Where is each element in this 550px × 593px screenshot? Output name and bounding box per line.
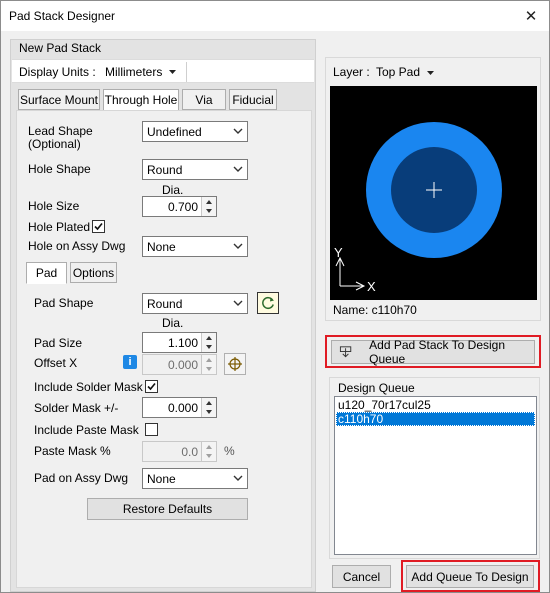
tab-via[interactable]: Via <box>182 89 226 110</box>
dia-column-header: Dia. <box>162 316 184 330</box>
solder-mask-spinner[interactable]: 0.000 <box>142 397 217 418</box>
solder-mask-label: Solder Mask +/- <box>34 401 119 415</box>
pad-size-value: 1.100 <box>167 336 198 350</box>
include-paste-mask-checkbox[interactable] <box>145 423 158 436</box>
chevron-down-icon <box>169 70 176 74</box>
hole-shape-select[interactable]: Round <box>142 159 248 180</box>
layer-value: Top Pad <box>376 65 421 79</box>
add-pad-stack-to-queue-button[interactable]: Add Pad Stack To Design Queue <box>331 338 535 366</box>
layer-dropdown[interactable]: Top Pad <box>376 65 435 79</box>
spinner-arrows <box>201 355 216 374</box>
add-queue-to-design-button[interactable]: Add Queue To Design <box>406 565 534 588</box>
pad-size-spinner[interactable]: 1.100 <box>142 332 217 353</box>
title-bar: Pad Stack Designer ✕ <box>1 1 549 31</box>
hole-shape-label: Hole Shape <box>28 162 91 176</box>
chevron-down-icon <box>233 243 243 249</box>
queue-item-selected[interactable]: c110h70 <box>336 412 535 426</box>
design-queue-title: Design Queue <box>338 381 415 395</box>
offset-x-spinner: 0.000 <box>142 354 217 375</box>
close-icon[interactable]: ✕ <box>513 1 549 31</box>
pad-on-assy-select[interactable]: None <box>142 468 248 489</box>
paste-mask-unit: % <box>224 444 235 458</box>
pad-shape-select[interactable]: Round <box>142 293 248 314</box>
window-title: Pad Stack Designer <box>9 9 116 23</box>
separator <box>186 62 187 82</box>
crosshair-button[interactable] <box>224 353 246 375</box>
offset-x-value: 0.000 <box>167 358 198 372</box>
x-axis-label: X <box>367 279 376 294</box>
pad-preview-drawing <box>335 122 502 291</box>
design-queue-list[interactable]: u120_70r17cul25 c110h70 <box>334 396 537 555</box>
display-units-bar: Display Units : Millimeters <box>12 59 314 83</box>
display-units-label: Display Units : <box>19 65 96 79</box>
rotate-button[interactable] <box>257 292 279 314</box>
cancel-button[interactable]: Cancel <box>332 565 391 588</box>
group-title: New Pad Stack <box>19 41 102 55</box>
spinner-arrows <box>201 442 216 461</box>
crosshair-icon <box>228 357 242 371</box>
pad-preview-canvas: Y X <box>330 86 537 300</box>
pad-name-label: Name: c110h70 <box>333 303 417 317</box>
rotate-icon <box>262 296 274 309</box>
chevron-down-icon <box>427 70 435 75</box>
add-pad-stack-label: Add Pad Stack To Design Queue <box>369 338 506 366</box>
display-units-value: Millimeters <box>105 65 163 79</box>
pad-shape-label: Pad Shape <box>34 296 94 310</box>
download-arrow-icon <box>339 346 352 358</box>
lead-shape-label: Lead Shape <box>28 124 93 138</box>
design-queue-group: Design Queue u120_70r17cul25 c110h70 <box>329 377 540 559</box>
restore-defaults-button[interactable]: Restore Defaults <box>87 498 248 520</box>
spinner-arrows[interactable] <box>201 398 216 417</box>
include-paste-mask-label: Include Paste Mask <box>34 423 139 437</box>
chevron-down-icon <box>233 128 243 134</box>
paste-mask-spinner: 0.0 <box>142 441 217 462</box>
checkmark-icon <box>94 222 103 231</box>
lead-shape-select[interactable]: Undefined <box>142 121 248 142</box>
through-hole-tab-content: Lead Shape (Optional) Undefined Hole Sha… <box>16 110 312 588</box>
hole-size-value: 0.700 <box>167 200 198 214</box>
paste-mask-label: Paste Mask % <box>34 444 111 458</box>
new-pad-stack-panel: New Pad Stack Display Units : Millimeter… <box>10 39 316 592</box>
chevron-down-icon <box>233 300 243 306</box>
dia-column-header: Dia. <box>162 183 184 197</box>
info-icon[interactable]: i <box>123 355 137 369</box>
hole-shape-value: Round <box>147 162 183 177</box>
layer-label: Layer : <box>333 65 370 79</box>
chevron-down-icon <box>233 475 243 481</box>
tab-pad[interactable]: Pad <box>26 262 67 284</box>
pad-shape-value: Round <box>147 296 183 311</box>
pad-on-assy-value: None <box>147 471 176 486</box>
pad-stack-designer-window: Pad Stack Designer ✕ New Pad Stack Displ… <box>0 0 550 593</box>
tab-fiducial[interactable]: Fiducial <box>229 89 277 110</box>
spinner-arrows[interactable] <box>201 333 216 352</box>
paste-mask-value: 0.0 <box>181 445 198 459</box>
include-solder-mask-label: Include Solder Mask <box>34 380 143 394</box>
hole-plated-checkbox[interactable] <box>92 220 105 233</box>
tab-options[interactable]: Options <box>70 262 117 283</box>
pad-size-label: Pad Size <box>34 336 83 350</box>
hole-on-assy-value: None <box>147 239 176 254</box>
hole-plated-label: Hole Plated <box>28 220 91 234</box>
lead-shape-optional-label: (Optional) <box>28 137 81 151</box>
hole-size-spinner[interactable]: 0.700 <box>142 196 217 217</box>
offset-x-label: Offset X <box>34 356 78 370</box>
solder-mask-value: 0.000 <box>167 401 198 415</box>
queue-item[interactable]: u120_70r17cul25 <box>336 398 535 412</box>
y-axis-label: Y <box>334 245 343 260</box>
hole-on-assy-select[interactable]: None <box>142 236 248 257</box>
display-units-dropdown[interactable]: Millimeters <box>105 63 185 81</box>
tab-through-hole[interactable]: Through Hole <box>103 89 179 111</box>
spinner-arrows[interactable] <box>201 197 216 216</box>
lead-shape-value: Undefined <box>147 124 202 139</box>
include-solder-mask-checkbox[interactable] <box>145 380 158 393</box>
pad-on-assy-label: Pad on Assy Dwg <box>34 471 129 485</box>
checkmark-icon <box>147 382 156 391</box>
hole-on-assy-label: Hole on Assy Dwg <box>28 239 126 253</box>
tab-surface-mount[interactable]: Surface Mount <box>18 89 100 110</box>
preview-group: Layer : Top Pad Y X Name: c110h70 <box>325 57 541 321</box>
chevron-down-icon <box>233 166 243 172</box>
hole-size-label: Hole Size <box>28 199 80 213</box>
